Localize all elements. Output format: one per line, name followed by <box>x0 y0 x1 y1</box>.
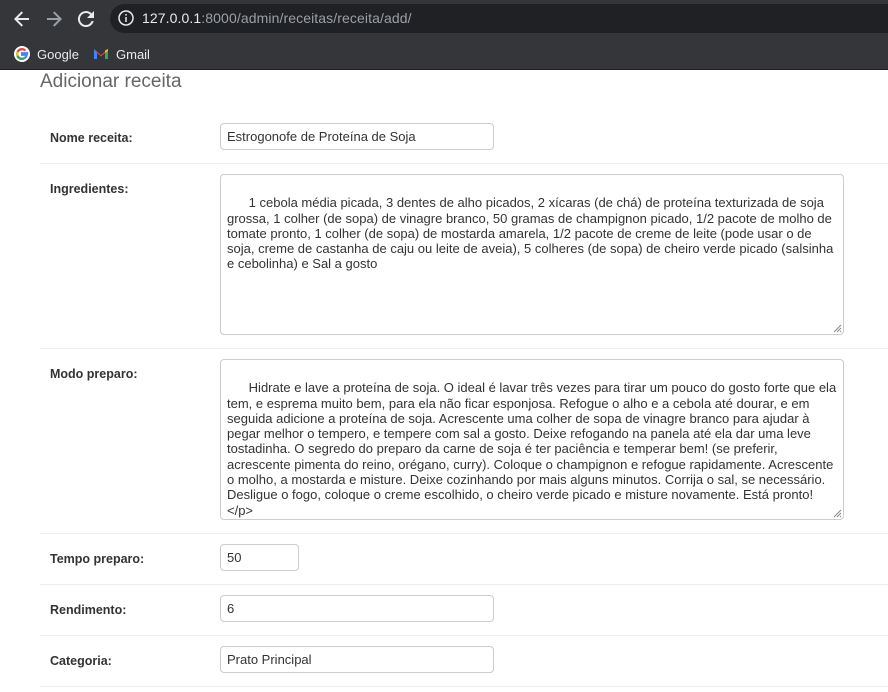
bookmark-label: Google <box>37 46 79 62</box>
url-host: 127.0.0.1 <box>142 10 202 26</box>
nome-input[interactable]: Estrogonofe de Proteína de Soja <box>220 123 494 150</box>
arrow-left-icon <box>14 11 29 27</box>
field-label: Categoria: <box>50 654 112 668</box>
reload-icon <box>77 11 94 28</box>
rendimento-input[interactable]: 6 <box>220 595 494 622</box>
field-label: Rendimento: <box>50 603 127 617</box>
tempo-input[interactable]: 50 <box>220 544 299 571</box>
gmail-icon <box>94 49 108 59</box>
back-button[interactable] <box>9 6 35 32</box>
forward-button[interactable] <box>41 6 67 32</box>
form-row-ingredientes: Ingredientes: 1 cebola média picada, 3 d… <box>40 164 888 349</box>
admin-page: Adicionar receita Nome receita: Estrogon… <box>0 70 888 692</box>
ingredientes-textarea[interactable]: 1 cebola média picada, 3 dentes de alho … <box>220 174 844 335</box>
bookmark-gmail[interactable]: Gmail <box>93 44 150 64</box>
url-path: :8000/admin/receitas/receita/add/ <box>201 10 412 26</box>
info-icon[interactable] <box>118 10 134 26</box>
reload-button[interactable] <box>73 6 99 32</box>
textarea-text: Hidrate e lave a proteína de soja. O ide… <box>227 380 840 518</box>
resize-grip-icon[interactable] <box>832 508 842 518</box>
bookmark-label: Gmail <box>116 46 150 62</box>
field-label: Ingredientes: <box>50 182 129 196</box>
form-row-categoria: Categoria: Prato Principal <box>40 636 888 687</box>
url-text: 127.0.0.1:8000/admin/receitas/receita/ad… <box>142 10 412 26</box>
arrow-right-icon <box>47 11 62 27</box>
field-label: Tempo preparo: <box>50 552 145 566</box>
textarea-text: 1 cebola média picada, 3 dentes de alho … <box>227 195 837 272</box>
browser-toolbar: 127.0.0.1:8000/admin/receitas/receita/ad… <box>0 0 888 37</box>
form-row-modo: Modo preparo: Hidrate e lave a proteína … <box>40 349 888 534</box>
form-row-rendimento: Rendimento: 6 <box>40 585 888 636</box>
modo-textarea[interactable]: Hidrate e lave a proteína de soja. O ide… <box>220 359 844 520</box>
field-label: Modo preparo: <box>50 367 138 381</box>
form-row-nome: Nome receita: Estrogonofe de Proteína de… <box>40 113 888 164</box>
page-title: Adicionar receita <box>40 71 182 92</box>
field-label: Nome receita: <box>50 131 133 145</box>
bookmarks-bar: Google Gmail <box>0 37 888 70</box>
form-row-tempo: Tempo preparo: 50 <box>40 534 888 585</box>
resize-grip-icon[interactable] <box>832 323 842 333</box>
google-icon <box>14 46 30 62</box>
categoria-input[interactable]: Prato Principal <box>220 646 494 673</box>
bookmark-google[interactable]: Google <box>14 44 79 64</box>
address-bar[interactable]: 127.0.0.1:8000/admin/receitas/receita/ad… <box>110 4 888 33</box>
